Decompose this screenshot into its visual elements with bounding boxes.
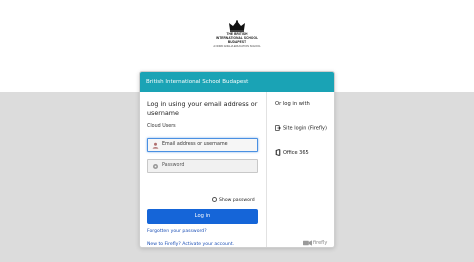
door-arrow-icon bbox=[275, 125, 281, 131]
login-title: Log in using your email address or usern… bbox=[147, 100, 258, 117]
login-button[interactable]: Log in bbox=[147, 209, 258, 224]
or-login-with-heading: Or log in with bbox=[275, 101, 310, 107]
user-icon bbox=[152, 142, 159, 149]
username-value: Email address or username bbox=[162, 142, 228, 147]
alternative-login: Or log in with Site login (Firefly) Offi… bbox=[266, 92, 334, 247]
forgot-password-link[interactable]: Forgotten your password? bbox=[147, 229, 207, 234]
show-password-label: Show password bbox=[219, 198, 255, 203]
lock-icon bbox=[152, 163, 159, 170]
password-placeholder: Password bbox=[162, 163, 185, 168]
card-header-title: British International School Budapest bbox=[140, 72, 334, 92]
firefly-brand-text: firefly bbox=[313, 240, 328, 246]
office-365-label: Office 365 bbox=[283, 150, 309, 156]
firefly-icon bbox=[303, 239, 312, 246]
show-password-toggle[interactable]: Show password bbox=[212, 197, 255, 204]
cloud-users-label: Cloud Users bbox=[147, 124, 176, 129]
crown-crest-icon bbox=[229, 20, 245, 32]
firefly-brand: firefly bbox=[303, 239, 327, 247]
office-icon bbox=[275, 149, 281, 156]
password-field[interactable]: Password bbox=[147, 159, 258, 173]
login-card: British International School Budapest Lo… bbox=[139, 71, 335, 248]
site-login-firefly-option[interactable]: Site login (Firefly) bbox=[275, 125, 327, 133]
office-365-option[interactable]: Office 365 bbox=[275, 149, 309, 157]
site-login-label: Site login (Firefly) bbox=[283, 125, 327, 132]
school-logo: THE BRITISH INTERNATIONAL SCHOOL BUDAPES… bbox=[202, 20, 272, 62]
logo-tagline: A NORD ANGLIA EDUCATION SCHOOL bbox=[213, 45, 261, 48]
logo-text-line3: BUDAPEST bbox=[227, 40, 247, 44]
show-password-checkbox[interactable] bbox=[212, 197, 217, 202]
login-form: Log in using your email address or usern… bbox=[140, 92, 266, 247]
username-field[interactable]: Email address or username bbox=[147, 138, 258, 152]
activate-account-link[interactable]: New to Firefly? Activate your account. bbox=[147, 242, 234, 247]
